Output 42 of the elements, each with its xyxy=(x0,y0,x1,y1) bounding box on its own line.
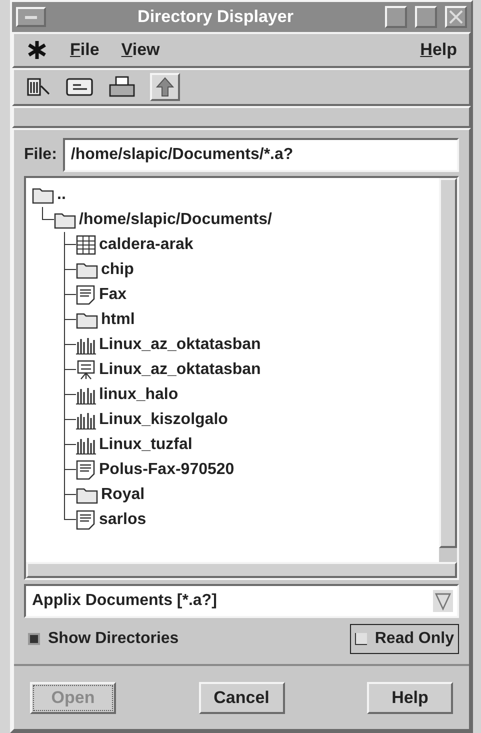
dialog-button[interactable]: Help xyxy=(367,682,453,714)
window-menu-button[interactable] xyxy=(16,7,46,27)
tree-item-label[interactable]: .. xyxy=(57,182,66,206)
tree-item-label[interactable]: html xyxy=(101,308,135,332)
maximize-button[interactable] xyxy=(415,6,437,28)
tree-item-label[interactable]: sarlos xyxy=(99,508,146,532)
tree-item-label[interactable]: /home/slapic/Documents/ xyxy=(79,208,272,232)
checkbox[interactable] xyxy=(28,633,40,645)
menu-item[interactable]: Help xyxy=(420,37,457,63)
close-icon xyxy=(449,10,463,24)
printer-icon[interactable] xyxy=(108,75,136,99)
option-checkbox[interactable]: Show Directories xyxy=(24,627,183,651)
folder-icon xyxy=(32,186,54,204)
trash-icon[interactable] xyxy=(26,75,52,99)
tree-item-label[interactable]: Royal xyxy=(101,482,145,506)
vertical-scrollbar[interactable] xyxy=(439,178,457,562)
tree-item-label[interactable]: Fax xyxy=(99,282,127,306)
filter-dropdown[interactable]: Applix Documents [*.a?] xyxy=(24,584,459,618)
minimize-button[interactable] xyxy=(385,6,407,28)
tree-item-label[interactable]: Linux_az_oktatasban xyxy=(99,332,261,356)
up-arrow-button[interactable] xyxy=(150,73,180,101)
tree-item-label[interactable]: Linux_az_oktatasban xyxy=(99,358,261,382)
dropdown-arrow-icon xyxy=(433,590,453,612)
file-input[interactable]: /home/slapic/Documents/*.a? xyxy=(62,138,459,172)
up-arrow-icon xyxy=(156,77,174,97)
menu-item[interactable]: View xyxy=(121,37,160,63)
tree-item-label[interactable]: linux_halo xyxy=(99,382,178,406)
asterisk-icon xyxy=(26,39,48,61)
window-title: Directory Displayer xyxy=(136,6,294,28)
close-button[interactable] xyxy=(445,6,467,28)
dialog-button[interactable]: Cancel xyxy=(198,682,284,714)
option-checkbox[interactable]: Read Only xyxy=(350,624,459,654)
checkbox[interactable] xyxy=(354,633,367,645)
mail-icon[interactable] xyxy=(66,75,94,99)
horizontal-scrollbar[interactable] xyxy=(26,562,457,578)
tree-item-label[interactable]: Linux_kiszolgalo xyxy=(99,408,228,432)
tree-item-label[interactable]: chip xyxy=(101,258,134,282)
file-label: File: xyxy=(24,145,57,165)
tree-item-label[interactable]: caldera-arak xyxy=(99,232,194,256)
tree-item-label[interactable]: Polus-Fax-970520 xyxy=(99,458,234,482)
tree-item-label[interactable]: Linux_tuzfal xyxy=(99,432,192,456)
menu-item[interactable]: File xyxy=(70,37,100,63)
